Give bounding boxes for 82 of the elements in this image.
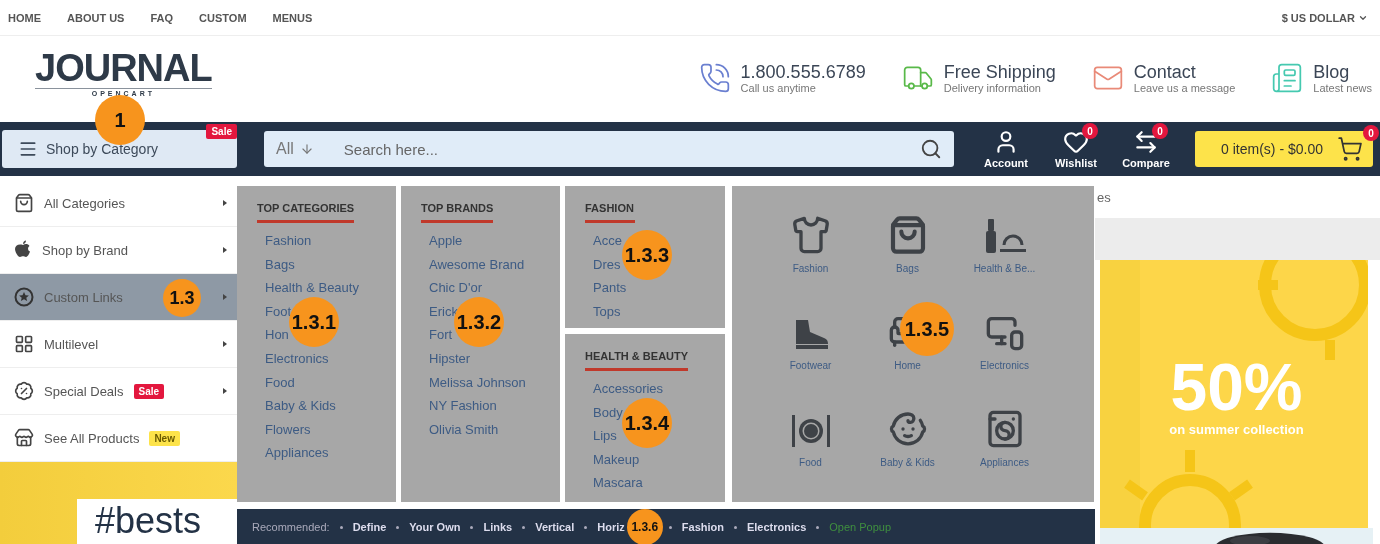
column-heading: HEALTH & BEAUTY [585, 350, 689, 371]
column-heading: TOP BRANDS [421, 202, 494, 223]
category-link[interactable]: Baby & Kids [880, 457, 935, 468]
category-link[interactable]: Fashion [792, 263, 829, 274]
menu-link[interactable]: Mascara [593, 471, 643, 495]
recommended-link[interactable]: Electronics [746, 521, 807, 533]
menu-link[interactable]: Baby & Kids [265, 394, 336, 418]
menu-link[interactable]: Olivia Smith [429, 417, 499, 442]
popup-link[interactable]: Open Popup [829, 521, 892, 533]
menu-link[interactable]: Fort [429, 323, 453, 347]
category-link[interactable]: Home [894, 360, 921, 371]
recommended-link[interactable]: Horiz [597, 521, 625, 533]
top-nav-link[interactable]: MENUS [272, 11, 313, 24]
category-link[interactable]: Health & Be... [973, 263, 1036, 274]
currency-selector[interactable]: $ US DOLLAR [1281, 11, 1368, 24]
column-heading: TOP CATEGORIES [257, 202, 355, 223]
step-marker: 1.3 [163, 279, 201, 317]
menu-link[interactable]: Flowers [265, 417, 311, 442]
menu-link[interactable]: Hipster [429, 346, 471, 371]
step-marker: 1 [95, 95, 145, 145]
menu-link[interactable]: Body [593, 400, 623, 425]
info-title[interactable]: Contact [1133, 62, 1236, 82]
recommended-link[interactable]: Define [352, 521, 387, 533]
menu-link[interactable]: Tops [593, 299, 621, 324]
search-field[interactable]: All Search here... [264, 131, 954, 167]
menu-link[interactable]: Food [265, 370, 295, 395]
menu-link[interactable]: Chic D'or [429, 276, 483, 300]
menu-link[interactable]: Bags [265, 252, 295, 277]
category-link[interactable]: Electronics [980, 360, 1029, 371]
count-badge: 0 [1363, 125, 1379, 141]
info-subtitle: Delivery information [943, 82, 1042, 94]
column-heading: FASHION [585, 202, 635, 223]
count-badge: 0 [1152, 123, 1168, 139]
header-action-button[interactable]: Account [980, 129, 1032, 169]
sale-badge: Sale [133, 383, 165, 399]
recommended-link[interactable]: Links [483, 521, 513, 533]
menu-link[interactable]: Awesome Brand [429, 252, 525, 277]
menu-link[interactable]: Foot [265, 299, 291, 324]
step-marker: 1.3.4 [622, 398, 672, 448]
recommended-link[interactable]: Fashion [681, 521, 724, 533]
info-title[interactable]: 1.800.555.6789 [740, 62, 866, 82]
info-title[interactable]: Free Shipping [943, 62, 1056, 82]
recommended-label: Recommended: [252, 521, 330, 533]
step-marker: 1.3.6 [626, 509, 663, 544]
top-nav-link[interactable]: ABOUT US [67, 11, 125, 24]
category-menu-item[interactable]: Custom Links 1.3 [0, 274, 237, 321]
category-link[interactable]: Food [799, 457, 822, 468]
info-subtitle: Latest news [1313, 82, 1372, 94]
top-nav-link[interactable]: FAQ [150, 11, 174, 24]
menu-link[interactable]: Makeup [593, 447, 640, 472]
info-subtitle: Call us anytime [740, 82, 817, 94]
menu-link[interactable]: Appliances [265, 441, 329, 465]
menu-link[interactable]: Fashion [265, 229, 312, 253]
step-marker: 1.3.5 [900, 302, 954, 356]
menu-link[interactable]: Electronics [265, 346, 329, 371]
step-marker: 1.3.3 [622, 230, 672, 280]
banner[interactable]: #bests [0, 462, 237, 544]
page-text: es [1096, 189, 1112, 207]
menu-link[interactable]: Health & Beauty [265, 276, 359, 300]
menu-link[interactable]: Melissa Johnson [429, 370, 526, 395]
info-title[interactable]: Blog [1313, 62, 1372, 82]
info-subtitle: Leave us a message [1133, 82, 1236, 94]
menu-link[interactable]: Accessories [593, 377, 664, 401]
menu-link[interactable]: Apple [429, 229, 463, 253]
sale-badge: Sale [206, 124, 237, 139]
menu-link[interactable]: Hon [265, 323, 289, 347]
menu-link[interactable]: Dres [593, 252, 621, 277]
recommended-link[interactable]: Vertical [535, 521, 575, 533]
count-badge: 0 [1082, 123, 1098, 139]
menu-link[interactable]: Lips [593, 424, 617, 448]
category-link[interactable]: Appliances [980, 457, 1029, 468]
menu-link[interactable]: Acce [593, 229, 622, 253]
banner-heading: #bests [95, 500, 202, 541]
top-nav-link[interactable]: CUSTOM [199, 11, 247, 24]
menu-link[interactable]: Erick [429, 299, 458, 324]
category-link[interactable]: Bags [896, 263, 919, 274]
new-badge: New [149, 430, 180, 446]
top-nav-link[interactable]: HOME [8, 11, 41, 24]
menu-link[interactable]: NY Fashion [429, 394, 497, 418]
category-link[interactable]: Footwear [789, 360, 832, 371]
recommended-link[interactable]: Your Own [409, 521, 461, 533]
search-scope-dropdown[interactable]: All [276, 140, 314, 158]
